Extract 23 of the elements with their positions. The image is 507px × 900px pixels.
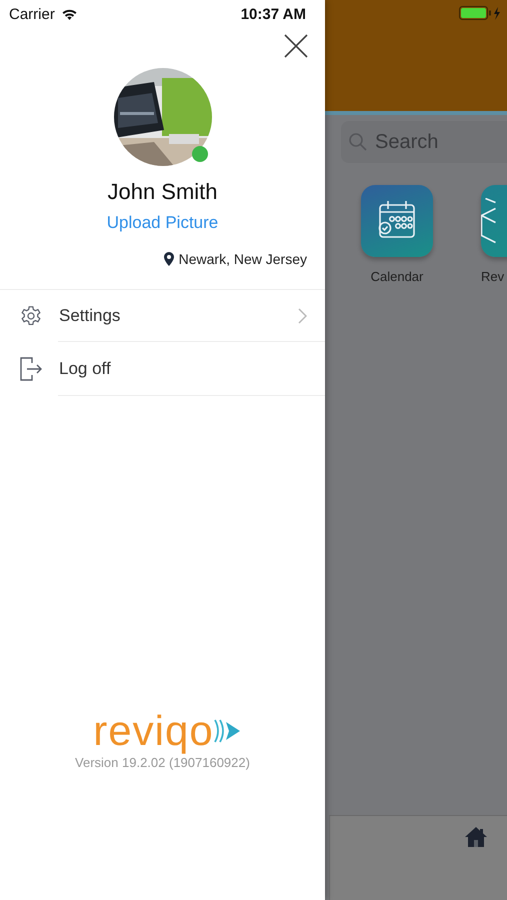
search-placeholder: Search [375, 130, 438, 154]
logo-text: reviqo [93, 709, 214, 753]
settings-icon [20, 305, 42, 327]
app-label: Calendar [370, 269, 424, 284]
close-button[interactable] [283, 33, 309, 59]
wifi-icon [60, 8, 78, 20]
logout-icon [19, 356, 43, 382]
home-icon[interactable] [465, 826, 487, 848]
location-pin-icon [164, 252, 174, 266]
status-time: 10:37 AM [240, 6, 306, 22]
location-label: Newark, New Jersey [178, 251, 307, 267]
menu-item[interactable]: Log off [0, 342, 325, 396]
menu-item-label: Log off [59, 359, 111, 379]
version-label: Version 19.2.02 (1907160922) [74, 755, 251, 770]
app-label: Rev [481, 269, 504, 284]
battery-icon [459, 6, 503, 20]
carrier-label: Carrier [9, 6, 55, 22]
menu-item[interactable]: Settings [0, 290, 325, 342]
chevron-arrow-icon [214, 719, 240, 743]
search-icon [349, 133, 367, 151]
user-name: John Smith [106, 179, 219, 205]
app-tile[interactable] [361, 185, 433, 257]
menu-item-label: Settings [59, 306, 120, 326]
